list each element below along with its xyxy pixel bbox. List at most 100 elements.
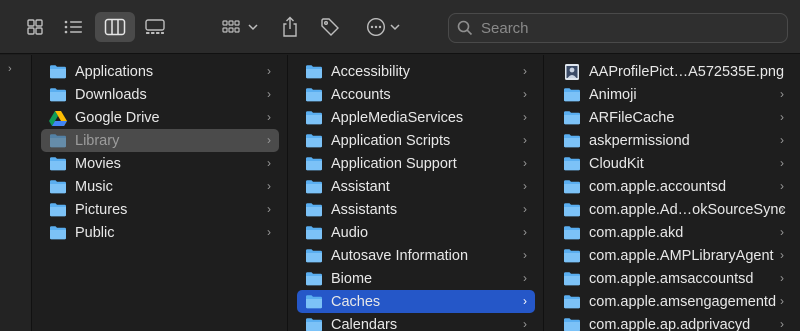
list-item[interactable]: com.apple.AMPLibraryAgent › [553,244,792,267]
share-button[interactable] [276,12,304,42]
chevron-right-icon: › [523,64,527,78]
list-item[interactable]: Movies › [41,152,279,175]
search-field[interactable] [448,13,788,43]
list-item[interactable]: com.apple.Ad…okSourceSync › [553,198,792,221]
list-item[interactable]: ARFileCache › [553,106,792,129]
toolbar [0,0,800,54]
list-item-label: CloudKit [589,155,644,172]
chevron-right-icon: › [780,271,784,285]
list-item[interactable]: com.apple.accountsd › [553,175,792,198]
list-item[interactable]: Audio › [297,221,535,244]
icon-view-button[interactable] [20,12,50,42]
list-item-label: Application Support [331,155,457,172]
list-item[interactable]: Autosave Information › [297,244,535,267]
chevron-down-icon [390,24,400,31]
list-item[interactable]: askpermissiond › [553,129,792,152]
gallery-view-button[interactable] [140,12,170,42]
folder-icon [563,110,581,126]
list-item[interactable]: CloudKit › [553,152,792,175]
chevron-right-icon: › [267,64,271,78]
chevron-right-icon: › [267,202,271,216]
list-item[interactable]: Caches › [297,290,535,313]
more-icon [366,17,386,37]
list-item-label: Calendars [331,316,398,331]
chevron-right-icon: › [780,156,784,170]
tag-button[interactable] [316,12,344,42]
folder-icon [49,133,67,149]
more-button[interactable] [362,12,404,42]
chevron-right-icon: › [523,156,527,170]
folder-icon [563,225,581,241]
column-home: Applications › Downloads › Google Drive › Libr… [33,55,288,331]
list-item[interactable]: Accessibility › [297,60,535,83]
list-item[interactable]: com.apple.amsengagementd › [553,290,792,313]
icon-view-icon [27,19,43,35]
chevron-right-icon: › [780,202,784,216]
list-item-label: Autosave Information [331,247,469,264]
list-item[interactable]: Applications › [41,60,279,83]
list-item-label: Downloads [75,86,147,103]
chevron-right-icon: › [267,225,271,239]
chevron-right-icon: › [780,179,784,193]
folder-icon [49,225,67,241]
chevron-right-icon: › [267,133,271,147]
list-item[interactable]: Biome › [297,267,535,290]
folder-icon [305,179,323,195]
folder-icon [305,317,323,331]
list-item-label: Animoji [589,86,637,103]
folder-icon [305,64,323,80]
list-item-label: com.apple.AMPLibraryAgent [589,247,774,264]
list-item-label: askpermissiond [589,132,690,149]
folder-icon [305,87,323,103]
chevron-right-icon: › [780,110,784,124]
chevron-right-icon: › [523,179,527,193]
list-item[interactable]: Assistant › [297,175,535,198]
list-item[interactable]: AAProfilePict…A572535E.png [553,60,792,83]
chevron-right-icon[interactable]: › [8,63,12,75]
list-item-label: Library [75,132,120,149]
list-item[interactable]: com.apple.amsaccountsd › [553,267,792,290]
list-item[interactable]: Animoji › [553,83,792,106]
column-view-button[interactable] [95,12,135,42]
list-item-label: Public [75,224,115,241]
folder-icon [563,248,581,264]
list-item[interactable]: com.apple.akd › [553,221,792,244]
chevron-right-icon: › [780,294,784,308]
group-button[interactable] [218,12,262,42]
list-item-label: ARFileCache [589,109,675,126]
list-item-label: Assistants [331,201,398,218]
list-item[interactable]: Accounts › [297,83,535,106]
list-item[interactable]: Application Scripts › [297,129,535,152]
list-view-button[interactable] [58,12,88,42]
list-item-label: com.apple.akd [589,224,684,241]
chevron-right-icon: › [523,202,527,216]
list-item[interactable]: com.apple.ap.adprivacyd › [553,313,792,331]
list-item[interactable]: Pictures › [41,198,279,221]
list-item[interactable]: Application Support › [297,152,535,175]
list-item-label: Assistant [331,178,390,195]
list-item[interactable]: Assistants › [297,198,535,221]
list-item[interactable]: Public › [41,221,279,244]
list-item-label: AppleMediaServices [331,109,464,126]
list-item-label: Caches [331,293,381,310]
column-caches: AAProfilePict…A572535E.png Animoji › ARFile… [545,55,800,331]
list-item-label: com.apple.Ad…okSourceSync [589,201,786,218]
list-item[interactable]: Library › [41,129,279,152]
list-item[interactable]: Music › [41,175,279,198]
list-item[interactable]: AppleMediaServices › [297,106,535,129]
list-item[interactable]: Calendars › [297,313,535,331]
list-item[interactable]: Downloads › [41,83,279,106]
chevron-right-icon: › [267,87,271,101]
list-item[interactable]: Google Drive › [41,106,279,129]
folder-icon [49,64,67,80]
folder-icon [305,133,323,149]
folder-icon [305,225,323,241]
search-input[interactable] [481,19,771,37]
chevron-right-icon: › [523,87,527,101]
chevron-right-icon: › [523,271,527,285]
folder-icon [49,156,67,172]
chevron-right-icon: › [523,248,527,262]
list-item-label: Accounts [331,86,391,103]
group-icon [222,20,240,33]
gallery-view-icon [145,19,165,34]
